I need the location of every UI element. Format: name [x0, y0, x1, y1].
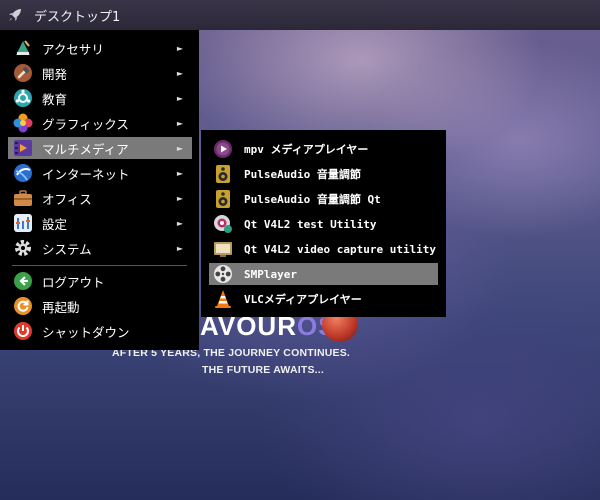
submenu-item-vlc[interactable]: VLCメディアプレイヤー — [209, 288, 438, 310]
menu-item-internet[interactable]: インターネット ► — [8, 162, 192, 184]
submenu-item-label: PulseAudio 音量調節 — [244, 168, 361, 181]
submenu-arrow-icon: ► — [176, 68, 184, 78]
reboot-icon — [12, 295, 34, 317]
speaker-icon — [213, 164, 233, 184]
submenu-arrow-icon: ► — [176, 93, 184, 103]
submenu-item-pulseaudio-qt[interactable]: PulseAudio 音量調節 Qt — [209, 188, 438, 210]
menu-item-label: オフィス — [42, 191, 92, 207]
menu-item-label: シャットダウン — [42, 324, 130, 340]
submenu-arrow-icon: ► — [176, 43, 184, 53]
menu-item-label: 開発 — [42, 66, 68, 82]
multimedia-icon — [12, 137, 34, 159]
submenu-item-qv4l2-test[interactable]: Qt V4L2 test Utility — [209, 213, 438, 235]
menu-item-label: マルチメディア — [42, 141, 129, 157]
launcher-button[interactable] — [0, 0, 30, 30]
office-icon — [12, 187, 34, 209]
submenu-item-label: VLCメディアプレイヤー — [244, 293, 362, 306]
menu-item-graphics[interactable]: グラフィックス ► — [8, 112, 192, 134]
menu-item-shutdown[interactable]: シャットダウン — [8, 320, 192, 342]
submenu-arrow-icon: ► — [176, 143, 184, 153]
accessories-icon — [12, 37, 34, 59]
vlc-cone-icon — [213, 289, 233, 309]
submenu-item-mpv[interactable]: mpv メディアプレイヤー — [209, 138, 438, 160]
desktop-name: デスクトップ1 — [34, 9, 121, 25]
submenu-item-label: PulseAudio 音量調節 Qt — [244, 193, 381, 206]
menu-item-label: ログアウト — [42, 274, 105, 290]
speaker-icon — [213, 189, 233, 209]
menu-item-reboot[interactable]: 再起動 — [8, 295, 192, 317]
internet-icon — [12, 162, 34, 184]
submenu-item-label: Qt V4L2 video capture utility — [244, 242, 437, 256]
menu-item-accessories[interactable]: アクセサリ ► — [8, 37, 192, 59]
shutdown-icon — [12, 320, 34, 342]
submenu-item-pulseaudio[interactable]: PulseAudio 音量調節 — [209, 163, 438, 185]
menu-item-label: システム — [42, 241, 92, 257]
menu-item-label: 再起動 — [42, 299, 80, 315]
menu-item-multimedia[interactable]: マルチメディア ► — [8, 137, 192, 159]
submenu-item-label: mpv メディアプレイヤー — [244, 143, 369, 156]
menu-item-office[interactable]: オフィス ► — [8, 187, 192, 209]
submenu-arrow-icon: ► — [176, 168, 184, 178]
logout-icon — [12, 270, 34, 292]
education-icon — [12, 87, 34, 109]
submenu-item-label: SMPlayer — [244, 267, 297, 281]
wallpaper-tagline-2: THE FUTURE AWAITS... — [202, 364, 325, 376]
submenu-item-label: Qt V4L2 test Utility — [244, 217, 377, 231]
submenu-arrow-icon: ► — [176, 218, 184, 228]
menu-item-label: 設定 — [42, 216, 68, 232]
submenu-item-smplayer[interactable]: SMPlayer — [209, 263, 438, 285]
menu-item-label: インターネット — [42, 166, 130, 182]
system-icon — [12, 237, 34, 259]
film-reel-icon — [213, 264, 233, 284]
application-menu: アクセサリ ► 開発 ► 教育 ► グラフィックス ► マルチメディア ► イン… — [0, 30, 199, 350]
menu-item-settings[interactable]: 設定 ► — [8, 212, 192, 234]
submenu-item-qv4l2-capture[interactable]: Qt V4L2 video capture utility — [209, 238, 438, 260]
menu-item-development[interactable]: 開発 ► — [8, 62, 192, 84]
menu-separator — [12, 265, 187, 266]
menu-item-system[interactable]: システム ► — [8, 237, 192, 259]
submenu-arrow-icon: ► — [176, 243, 184, 253]
menu-item-label: アクセサリ — [42, 41, 104, 57]
menu-item-label: グラフィックス — [42, 116, 129, 132]
settings-icon — [12, 212, 34, 234]
menu-item-education[interactable]: 教育 ► — [8, 87, 192, 109]
menu-item-label: 教育 — [42, 91, 68, 107]
multimedia-submenu: mpv メディアプレイヤー PulseAudio 音量調節 PulseAudio… — [201, 130, 446, 317]
webcam-icon — [213, 214, 233, 234]
submenu-arrow-icon: ► — [176, 118, 184, 128]
mpv-icon — [213, 139, 233, 159]
submenu-arrow-icon: ► — [176, 193, 184, 203]
video-capture-icon — [213, 239, 233, 259]
menu-item-logout[interactable]: ログアウト — [8, 270, 192, 292]
top-panel: デスクトップ1 — [0, 0, 600, 30]
rocket-icon — [9, 9, 21, 21]
development-icon — [12, 62, 34, 84]
graphics-icon — [12, 112, 34, 134]
